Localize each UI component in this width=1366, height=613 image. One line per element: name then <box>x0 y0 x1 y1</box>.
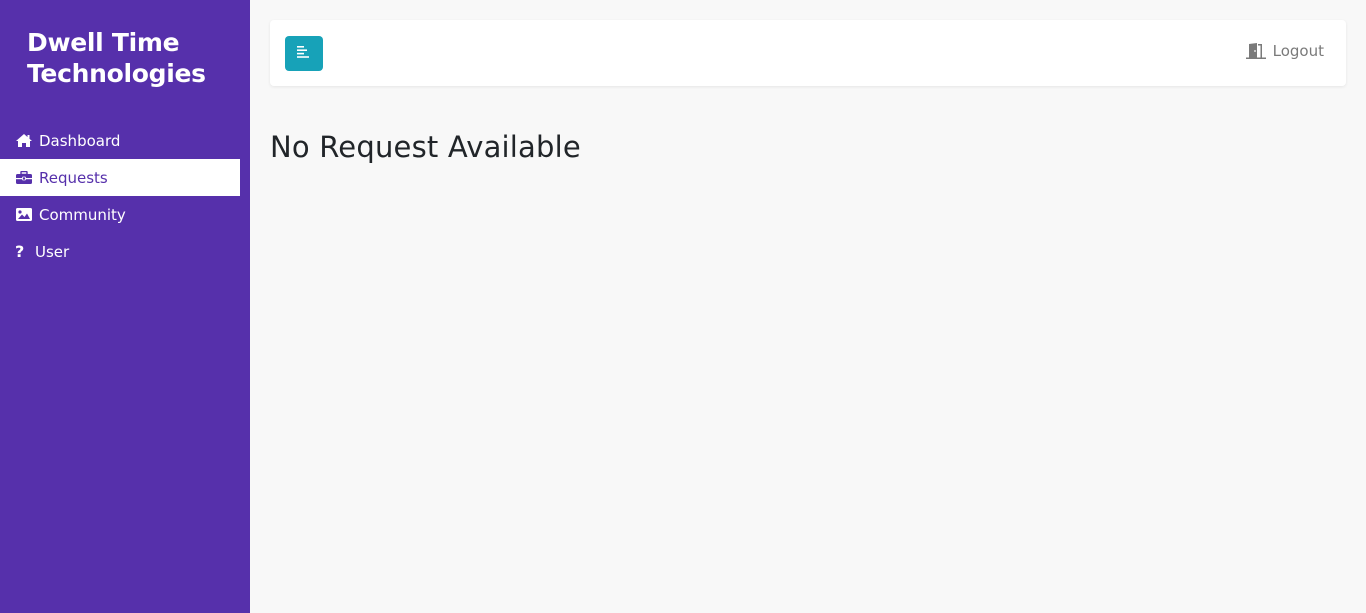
sidebar-item-label: Community <box>39 205 126 224</box>
sidebar-nav: Dashboard Requests Community ? User <box>0 122 240 270</box>
main-content: Logout No Request Available <box>250 0 1366 613</box>
logout-link[interactable]: Logout <box>1245 42 1324 60</box>
top-navbar: Logout <box>270 20 1346 86</box>
home-icon <box>15 133 33 149</box>
app-root: Dwell Time Technologies Dashboard Reques… <box>0 0 1366 613</box>
sidebar-item-dashboard[interactable]: Dashboard <box>0 122 240 159</box>
menu-align-left-icon <box>297 46 311 61</box>
page-title: No Request Available <box>270 130 581 164</box>
sidebar-item-label: Requests <box>39 168 108 187</box>
sidebar-item-user[interactable]: ? User <box>0 233 240 270</box>
image-icon <box>15 207 33 223</box>
door-exit-icon <box>1245 43 1266 59</box>
sidebar-item-requests[interactable]: Requests <box>0 159 240 196</box>
sidebar: Dwell Time Technologies Dashboard Reques… <box>0 0 250 613</box>
brand-title: Dwell Time Technologies <box>27 28 206 88</box>
briefcase-icon <box>15 170 33 186</box>
sidebar-item-label: Dashboard <box>39 131 121 150</box>
sidebar-toggle-button[interactable] <box>285 36 323 71</box>
sidebar-item-label: User <box>35 242 70 261</box>
question-icon: ? <box>15 242 25 261</box>
sidebar-item-community[interactable]: Community <box>0 196 240 233</box>
logout-label: Logout <box>1272 42 1324 60</box>
